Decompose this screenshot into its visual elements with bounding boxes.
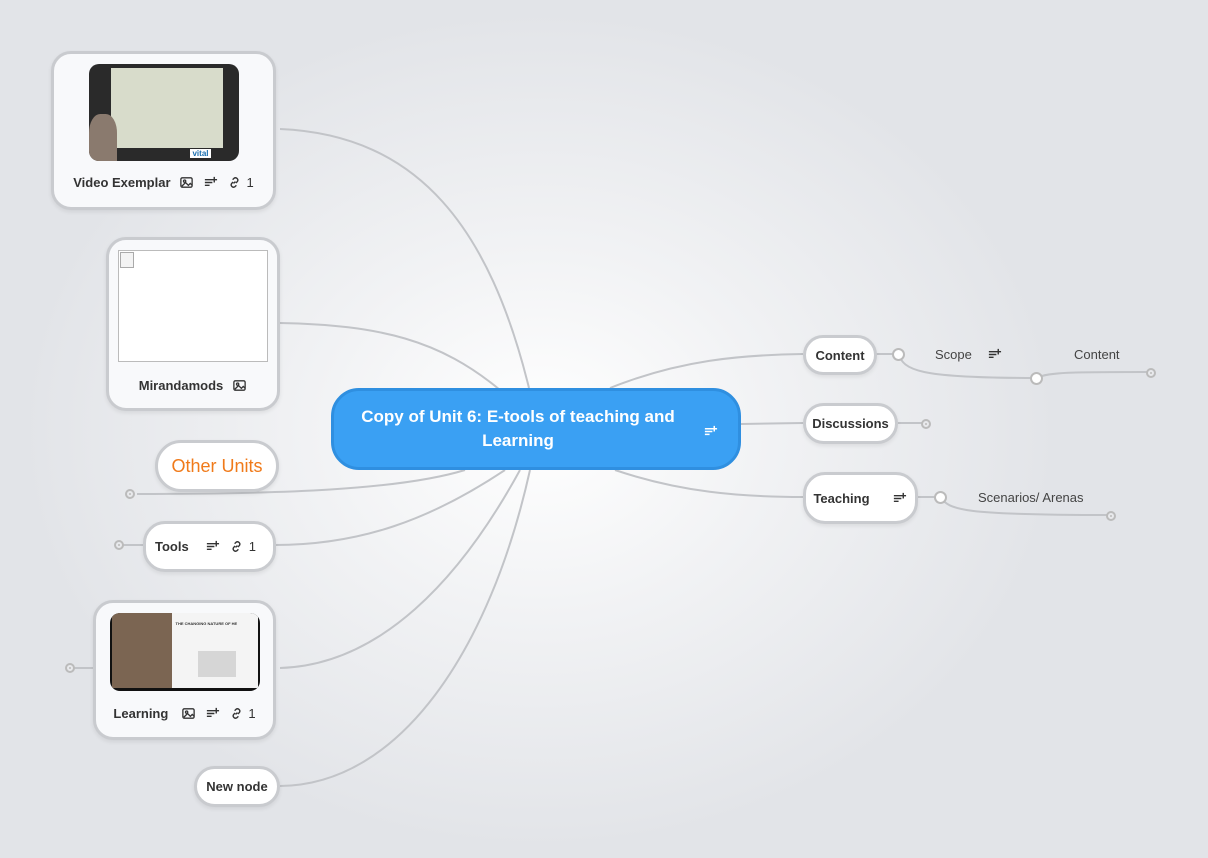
link-icon[interactable] (227, 174, 243, 190)
vital-logo: vital (190, 149, 211, 158)
link-count: 1 (248, 705, 256, 721)
collapse-toggle-other-units[interactable] (125, 489, 135, 499)
notes-icon[interactable] (203, 174, 219, 190)
new-node-label: New node (206, 779, 268, 794)
central-topic[interactable]: Copy of Unit 6: E-tools of teaching and … (331, 388, 741, 470)
image-icon[interactable] (180, 705, 196, 721)
notes-icon[interactable] (702, 423, 718, 439)
content-label: Content (815, 347, 865, 363)
collapse-toggle-scenarios[interactable] (1106, 511, 1116, 521)
central-topic-title: Copy of Unit 6: E-tools of teaching and … (361, 407, 675, 450)
node-tools[interactable]: Tools 1 (143, 521, 276, 572)
content-child-label[interactable]: Content (1074, 347, 1120, 362)
notes-icon[interactable] (205, 539, 221, 555)
collapse-toggle-learning[interactable] (65, 663, 75, 673)
link-teaching (614, 469, 804, 498)
link-tools (274, 469, 506, 546)
link-video-exemplar (279, 128, 530, 389)
node-discussions[interactable]: Discussions (803, 403, 898, 444)
notes-icon[interactable] (892, 490, 908, 506)
scenarios-arenas-label[interactable]: Scenarios/ Arenas (978, 490, 1084, 505)
notes-icon[interactable] (986, 346, 1002, 362)
link-mirandamods (279, 322, 501, 391)
link-content-child (1035, 371, 1151, 379)
video-exemplar-label: Video Exemplar (73, 174, 171, 190)
notes-icon[interactable] (204, 705, 220, 721)
node-teaching[interactable]: Teaching (803, 472, 918, 524)
mirandamods-broken-image[interactable] (118, 250, 268, 362)
link-count: 1 (248, 539, 256, 554)
discussions-label: Discussions (812, 416, 889, 431)
collapse-toggle-discussions[interactable] (921, 419, 931, 429)
collapse-toggle-content[interactable] (892, 348, 905, 361)
mirandamods-label: Mirandamods (138, 377, 224, 393)
other-units-label: Other Units (171, 455, 263, 476)
node-mirandamods[interactable]: Mirandamods (106, 237, 280, 411)
link-content (609, 353, 804, 389)
node-learning[interactable]: THE CHANGING NATURE OF HE Learning 1 (93, 600, 276, 740)
node-other-units[interactable]: Other Units (155, 440, 279, 492)
link-icon[interactable] (229, 539, 245, 555)
link-learning (279, 469, 521, 669)
collapse-toggle-teaching[interactable] (934, 491, 947, 504)
link-discussions (740, 422, 804, 425)
node-new-node[interactable]: New node (194, 766, 280, 807)
tools-label: Tools (155, 539, 189, 554)
broken-image-icon (120, 252, 134, 268)
link-icon[interactable] (228, 705, 244, 721)
link-count: 1 (246, 174, 254, 190)
node-content[interactable]: Content (803, 335, 877, 375)
collapse-toggle-content-child[interactable] (1146, 368, 1156, 378)
learning-slide-title: THE CHANGING NATURE OF HE (175, 621, 238, 626)
scope-label[interactable]: Scope (935, 347, 972, 362)
learning-thumbnail[interactable]: THE CHANGING NATURE OF HE (109, 613, 260, 691)
video-exemplar-thumbnail[interactable]: vital (88, 64, 239, 161)
node-video-exemplar[interactable]: vital Video Exemplar 1 (51, 51, 276, 210)
teaching-label: Teaching (813, 490, 870, 506)
image-icon[interactable] (179, 174, 195, 190)
image-icon[interactable] (231, 377, 247, 393)
learning-label: Learning (113, 705, 169, 721)
collapse-toggle-tools[interactable] (114, 540, 124, 550)
collapse-toggle-scope[interactable] (1030, 372, 1043, 385)
